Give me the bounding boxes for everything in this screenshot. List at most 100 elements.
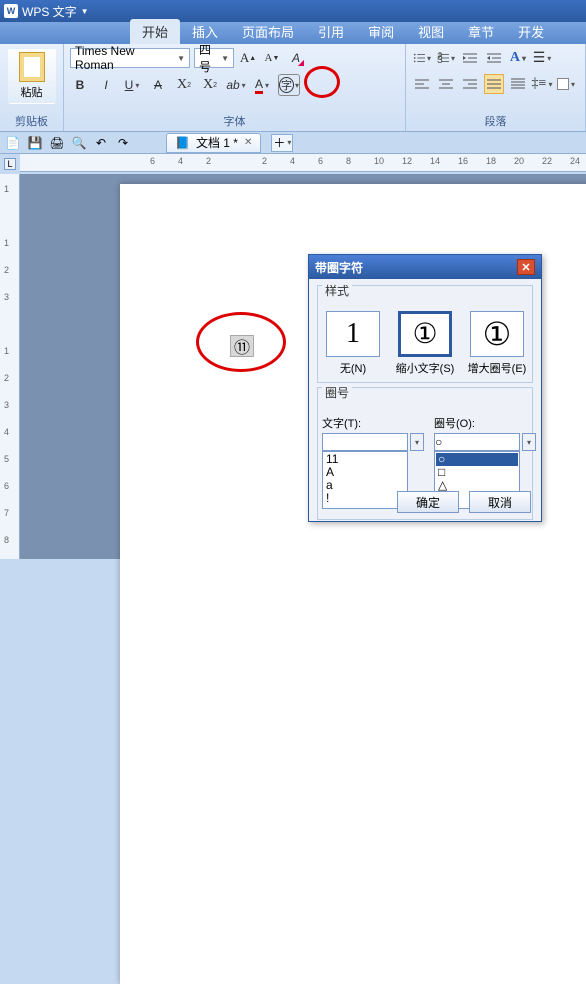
font-color-button[interactable]: A▾: [252, 75, 272, 95]
style-option-shrink[interactable]: ① 缩小文字(S): [394, 311, 456, 376]
enclosed-char-glyph: 字: [279, 77, 294, 93]
list-item[interactable]: a: [324, 479, 406, 492]
decrease-indent-button[interactable]: [460, 48, 480, 68]
align-center-button[interactable]: [436, 74, 456, 94]
text-dropdown[interactable]: ▾: [410, 433, 424, 451]
dialog-title: 带圈字符: [315, 259, 363, 276]
numbering-button[interactable]: 123▾: [436, 48, 456, 68]
ruler-tick: 4: [4, 427, 9, 437]
tab-view[interactable]: 视图: [406, 19, 456, 44]
underline-button[interactable]: U▾: [122, 75, 142, 95]
strikethrough-button[interactable]: A: [148, 75, 168, 95]
style-caption-enlarge: 增大圈号(E): [466, 360, 528, 376]
text-input[interactable]: [322, 433, 408, 451]
ruler-tick: 1: [4, 346, 9, 356]
ruler-tick: 2: [4, 373, 9, 383]
font-size-select[interactable]: 四号▼: [194, 48, 234, 68]
font-name-select[interactable]: Times New Roman▼: [70, 48, 190, 68]
ruler-tick: 12: [402, 156, 412, 166]
text-field-label: 文字(T):: [322, 415, 361, 431]
font-size-value: 四号: [199, 41, 219, 75]
bullets-button[interactable]: ▾: [412, 48, 432, 68]
enclosed-character-sample: ⑪: [230, 335, 254, 357]
superscript-button[interactable]: X2: [174, 75, 194, 95]
ruler-tick: 8: [346, 156, 351, 166]
document-tab-close[interactable]: ✕: [244, 137, 252, 148]
tab-dev[interactable]: 开发: [506, 19, 556, 44]
document-tab-label: 文档 1 *: [196, 134, 238, 151]
svg-text:3: 3: [437, 55, 443, 64]
enclosed-char-button[interactable]: 字▾: [278, 74, 300, 96]
list-item[interactable]: A: [324, 466, 406, 479]
list-item[interactable]: 11: [324, 453, 406, 466]
ruler-tick: 6: [318, 156, 323, 166]
ok-button[interactable]: 确定: [397, 491, 459, 513]
cancel-button[interactable]: 取消: [469, 491, 531, 513]
vertical-ruler[interactable]: 112312345678: [0, 174, 20, 559]
qat-preview-button[interactable]: 🔍: [70, 134, 88, 152]
list-item[interactable]: ○: [436, 453, 518, 466]
qat-undo-button[interactable]: ↶: [92, 134, 110, 152]
qat-redo-button[interactable]: ↷: [114, 134, 132, 152]
dialog-close-button[interactable]: ✕: [517, 259, 535, 275]
text-listbox[interactable]: 11 A a !: [322, 451, 408, 509]
horizontal-ruler[interactable]: 64224681012141618202224: [20, 154, 586, 172]
style-caption-shrink: 缩小文字(S): [394, 360, 456, 376]
app-logo: W: [4, 4, 18, 18]
app-title: WPS 文字: [22, 3, 77, 20]
subscript-button[interactable]: X2: [200, 75, 220, 95]
ruler-tick: 24: [570, 156, 580, 166]
qat-print-button[interactable]: 🖨: [48, 134, 66, 152]
qat-save-button[interactable]: 💾: [26, 134, 44, 152]
list-item[interactable]: !: [324, 492, 406, 505]
ring-input[interactable]: ○: [434, 433, 520, 451]
clipboard-icon: [19, 52, 45, 82]
asian-layout-button[interactable]: ☰▾: [532, 48, 552, 68]
ruler-tick: 2: [262, 156, 267, 166]
ruler-corner[interactable]: L: [4, 158, 16, 170]
style-option-none[interactable]: 1 无(N): [322, 311, 384, 376]
increase-indent-button[interactable]: [484, 48, 504, 68]
grow-font-button[interactable]: A▲: [238, 48, 258, 68]
italic-button[interactable]: I: [96, 75, 116, 95]
ruler-tick: 22: [542, 156, 552, 166]
highlight-button[interactable]: ab▾: [226, 75, 246, 95]
add-document-tab[interactable]: ＋▾: [271, 134, 293, 152]
ruler-tick: 2: [206, 156, 211, 166]
ring-dropdown[interactable]: ▾: [522, 433, 536, 451]
tab-page-layout[interactable]: 页面布局: [230, 19, 306, 44]
doc-icon: 📘: [175, 136, 190, 150]
shading-button[interactable]: ▾: [556, 74, 576, 94]
app-menu-dropdown[interactable]: ▼: [81, 7, 89, 16]
clear-format-button[interactable]: A◢: [286, 48, 306, 68]
line-spacing-button[interactable]: ‡≡▾: [532, 74, 552, 94]
align-left-button[interactable]: [412, 74, 432, 94]
text-effects-button[interactable]: A▾: [508, 48, 528, 68]
ruler-tick: 10: [374, 156, 384, 166]
ring-field-label: 圈号(O):: [434, 415, 475, 431]
align-justify-button[interactable]: [484, 74, 504, 94]
ribbon-tabs: 开始 插入 页面布局 引用 审阅 视图 章节 开发: [0, 22, 586, 44]
tab-chapter[interactable]: 章节: [456, 19, 506, 44]
tab-home[interactable]: 开始: [130, 19, 180, 44]
ruler-tick: 20: [514, 156, 524, 166]
align-right-button[interactable]: [460, 74, 480, 94]
align-distribute-button[interactable]: [508, 74, 528, 94]
document-tab[interactable]: 📘 文档 1 * ✕: [166, 133, 261, 153]
paste-button[interactable]: 粘贴: [8, 48, 56, 104]
tab-references[interactable]: 引用: [306, 19, 356, 44]
list-item[interactable]: □: [436, 466, 518, 479]
qat-new-button[interactable]: 📄: [4, 134, 22, 152]
ribbon: 粘贴 剪贴板 Times New Roman▼ 四号▼ A▲ A▼ A◢ B I…: [0, 44, 586, 132]
ruler-tick: 8: [4, 535, 9, 545]
style-option-enlarge[interactable]: ① 增大圈号(E): [466, 311, 528, 376]
bold-button[interactable]: B: [70, 75, 90, 95]
ruler-tick: 6: [150, 156, 155, 166]
ruler-tick: 3: [4, 292, 9, 302]
ruler-tick: 6: [4, 481, 9, 491]
tab-review[interactable]: 审阅: [356, 19, 406, 44]
group-label-font: 字体: [70, 111, 399, 129]
ruler-tick: 14: [430, 156, 440, 166]
ruler-tick: 5: [4, 454, 9, 464]
shrink-font-button[interactable]: A▼: [262, 48, 282, 68]
